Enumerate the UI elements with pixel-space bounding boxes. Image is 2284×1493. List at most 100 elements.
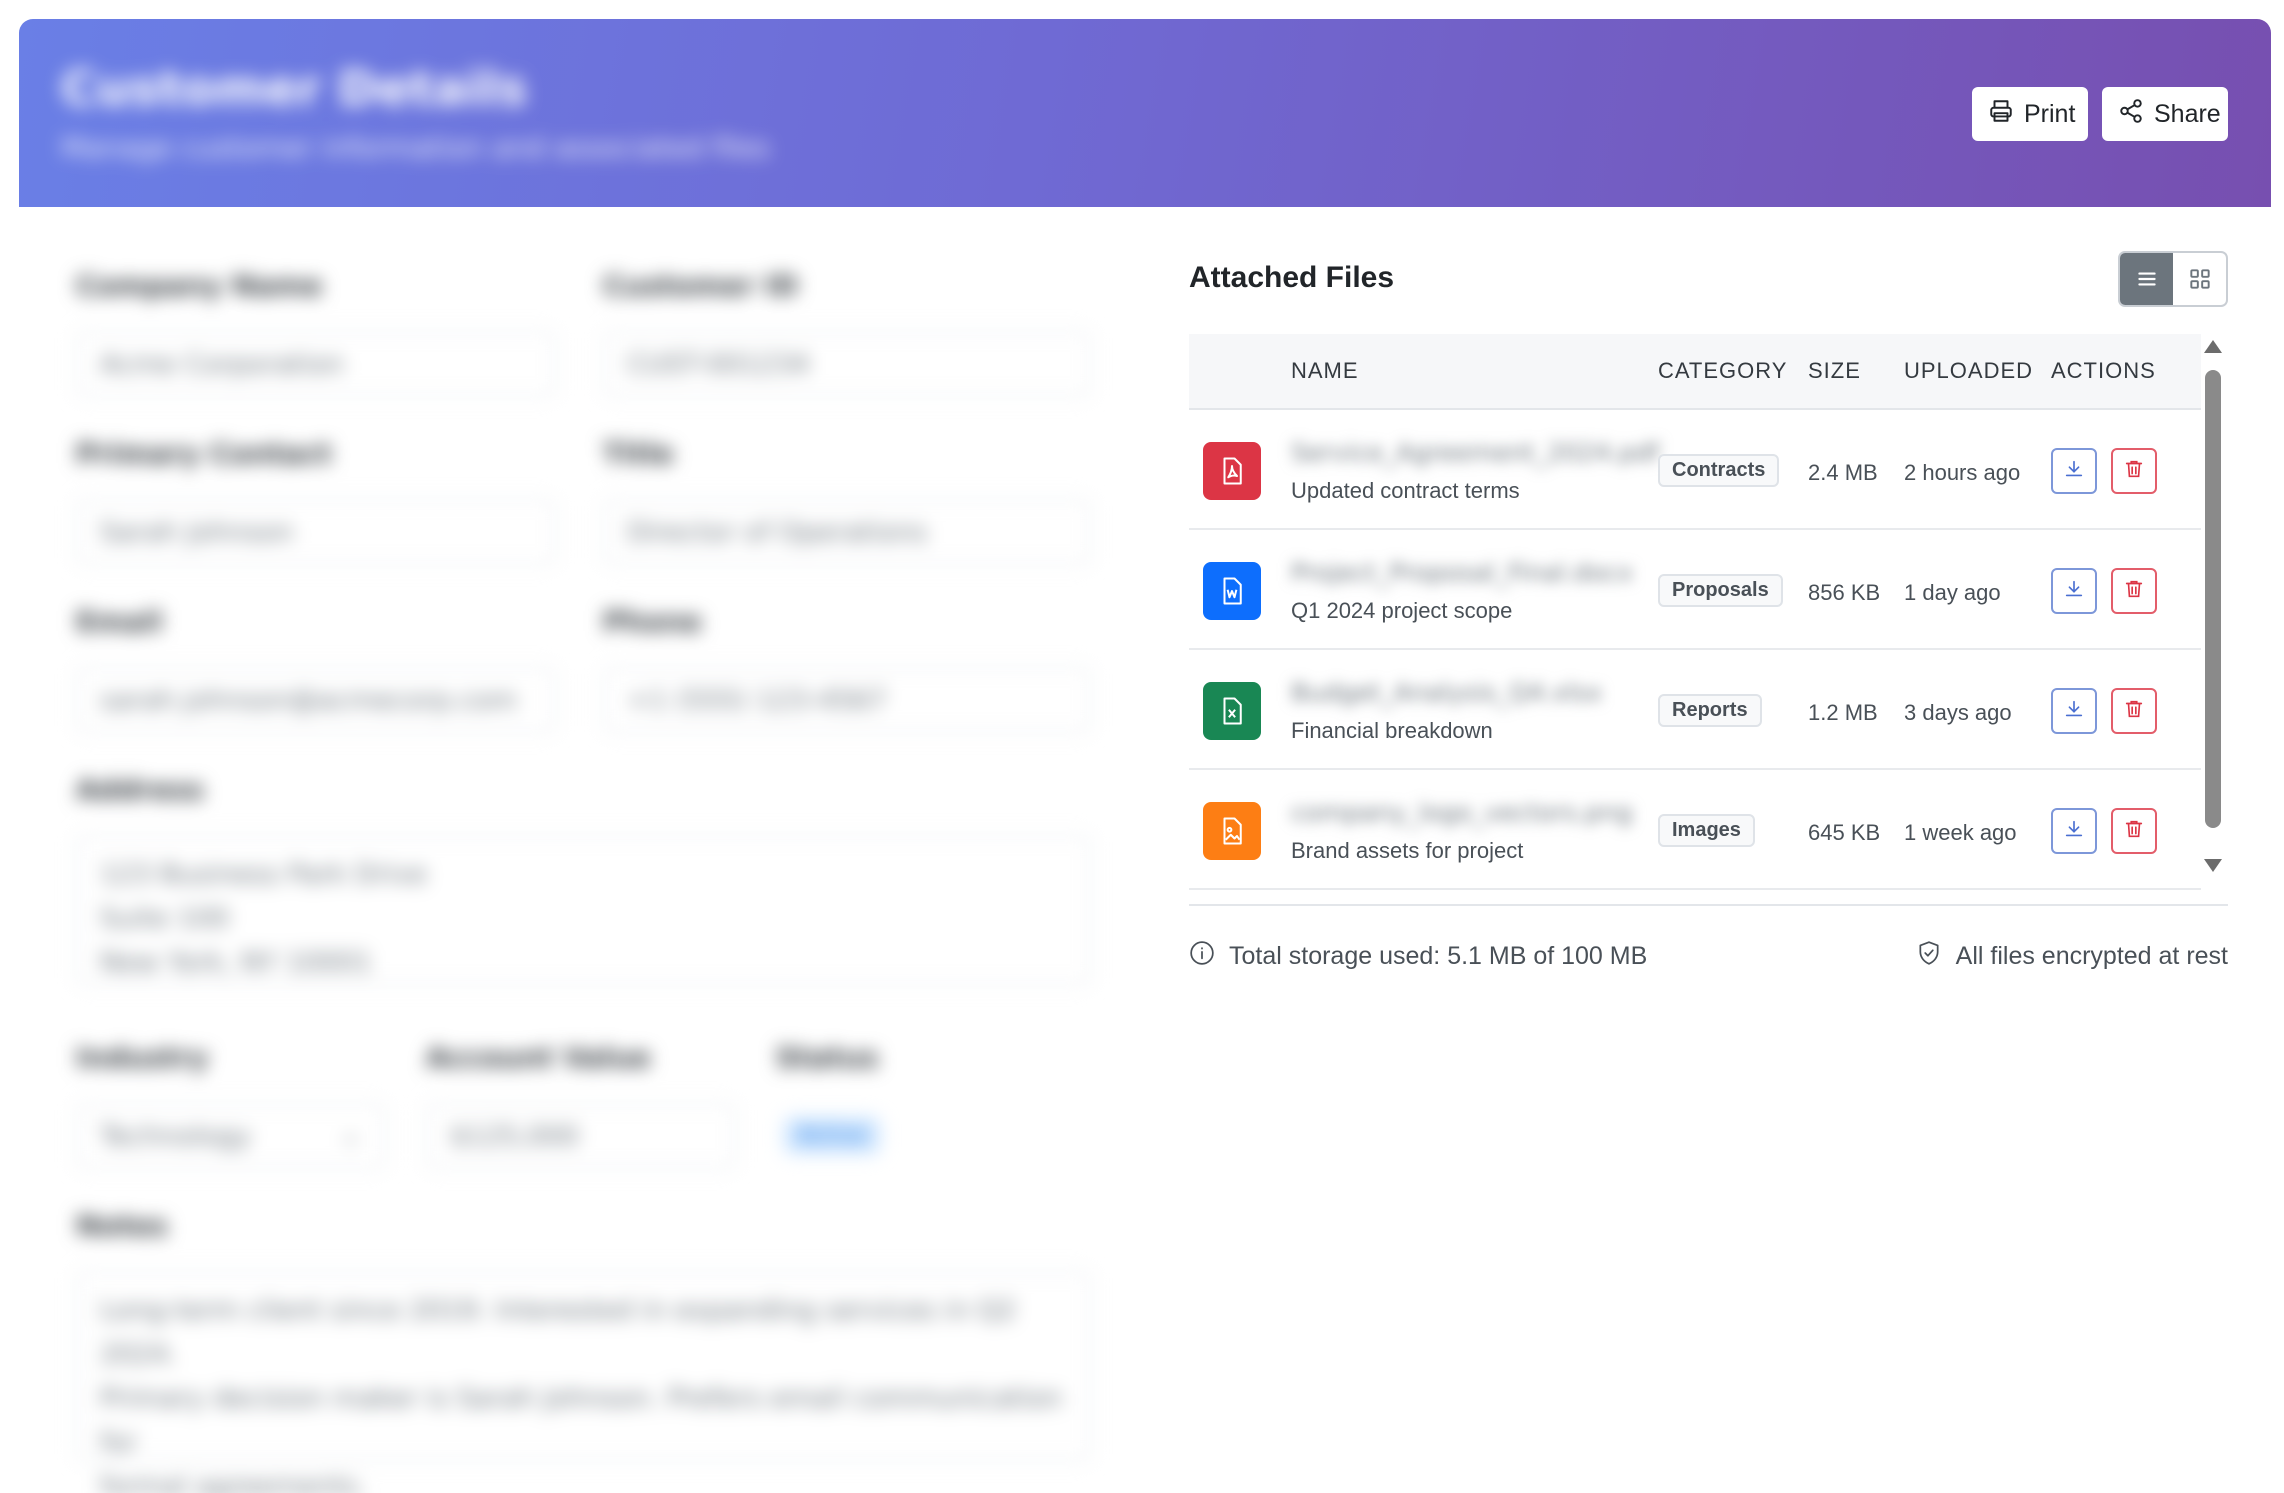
trash-icon — [2123, 578, 2145, 604]
phone-input[interactable]: +1 (555) 123-4567 — [603, 667, 1091, 733]
industry-value: Technology — [100, 1121, 252, 1152]
share-button[interactable]: Share — [2102, 87, 2228, 141]
notes-line: Long-term client since 2019. Interested … — [100, 1295, 1017, 1370]
file-uploaded: 2 hours ago — [1904, 460, 2021, 485]
storage-text: Total storage used: 5.1 MB of 100 MB — [1229, 942, 1648, 970]
file-uploaded: 1 day ago — [1904, 580, 2001, 605]
scroll-up-arrow-icon[interactable] — [2204, 340, 2222, 353]
download-icon — [2063, 578, 2085, 604]
category-badge: Images — [1658, 814, 1755, 847]
customer-details-page: Customer Details Manage customer informa… — [0, 0, 2284, 1493]
page-header: Customer Details Manage customer informa… — [19, 19, 2271, 207]
download-icon — [2063, 458, 2085, 484]
table-row[interactable]: company_logo_vectors.png Brand assets fo… — [1189, 770, 2201, 890]
title-label: Title — [603, 437, 674, 470]
column-header-size[interactable]: SIZE — [1808, 358, 1861, 384]
file-name[interactable]: Project_Proposal_Final.docx — [1291, 558, 1633, 587]
grid-icon — [2187, 266, 2213, 296]
table-header: NAME CATEGORY SIZE UPLOADED ACTIONS — [1189, 334, 2201, 410]
download-button[interactable] — [2051, 448, 2097, 494]
email-input[interactable]: sarah.johnson@acmecorp.com — [76, 667, 556, 733]
column-header-name[interactable]: NAME — [1291, 358, 1359, 384]
list-icon — [2134, 266, 2160, 296]
file-size: 645 KB — [1808, 820, 1881, 845]
download-icon — [2063, 698, 2085, 724]
delete-button[interactable] — [2111, 568, 2157, 614]
address-textarea[interactable]: 123 Business Park Drive Suite 100 New Yo… — [76, 835, 1091, 985]
company-name-input[interactable]: Acme Corporation — [76, 331, 556, 397]
customer-id-input[interactable]: CUST-001234 — [603, 331, 1091, 397]
delete-button[interactable] — [2111, 688, 2157, 734]
account-value-label: Account Value — [426, 1041, 651, 1074]
file-name[interactable]: Service_Agreement_2024.pdf — [1291, 438, 1659, 467]
shield-check-icon — [1916, 940, 1942, 973]
download-icon — [2063, 818, 2085, 844]
file-name[interactable]: company_logo_vectors.png — [1291, 798, 1632, 827]
encryption-text: All files encrypted at rest — [1955, 942, 2228, 970]
company-name-label: Company Name — [76, 269, 323, 302]
excel-file-icon — [1203, 682, 1261, 740]
grid-view-button[interactable] — [2173, 253, 2226, 305]
file-description: Q1 2024 project scope — [1291, 598, 1513, 623]
files-footer-divider — [1189, 904, 2228, 906]
notes-textarea[interactable]: Long-term client since 2019. Interested … — [76, 1271, 1091, 1493]
title-input[interactable]: Director of Operations — [603, 499, 1091, 565]
notes-label: Notes — [76, 1209, 168, 1242]
pdf-file-icon — [1203, 442, 1261, 500]
encryption-info: All files encrypted at rest — [1916, 940, 2228, 973]
printer-icon — [1988, 98, 2014, 131]
download-button[interactable] — [2051, 808, 2097, 854]
address-line: Suite 100 — [100, 903, 230, 934]
word-file-icon — [1203, 562, 1261, 620]
delete-button[interactable] — [2111, 808, 2157, 854]
download-button[interactable] — [2051, 688, 2097, 734]
attached-files-title: Attached Files — [1189, 261, 1395, 294]
page-subtitle: Manage customer information and associat… — [61, 131, 770, 164]
file-name[interactable]: Budget_Analysis_Q4.xlsx — [1291, 678, 1602, 707]
delete-button[interactable] — [2111, 448, 2157, 494]
scroll-thumb[interactable] — [2205, 370, 2221, 828]
email-label: Email — [76, 605, 163, 638]
category-badge: Proposals — [1658, 574, 1783, 607]
notes-line: Primary decision maker is Sarah Johnson.… — [100, 1383, 1062, 1458]
industry-select[interactable]: Technology ⌄ — [76, 1103, 386, 1169]
file-uploaded: 1 week ago — [1904, 820, 2017, 845]
info-icon — [1189, 940, 1215, 973]
primary-contact-label: Primary Contact — [76, 437, 332, 470]
file-description: Financial breakdown — [1291, 718, 1493, 743]
image-file-icon — [1203, 802, 1261, 860]
view-toggle — [2118, 251, 2228, 307]
trash-icon — [2123, 818, 2145, 844]
category-badge: Reports — [1658, 694, 1762, 727]
list-view-button[interactable] — [2120, 253, 2173, 305]
scroll-down-arrow-icon[interactable] — [2204, 859, 2222, 872]
column-header-category[interactable]: CATEGORY — [1658, 358, 1787, 384]
customer-form: Company Name Acme Corporation Customer I… — [76, 265, 1091, 1493]
account-value-input[interactable]: $125,000 — [426, 1103, 736, 1169]
industry-label: Industry — [76, 1041, 209, 1074]
share-icon — [2118, 98, 2144, 131]
file-uploaded: 3 days ago — [1904, 700, 2012, 725]
phone-label: Phone — [603, 605, 702, 638]
address-line: 123 Business Park Drive — [100, 859, 427, 890]
notes-line: formal agreements. — [100, 1471, 367, 1493]
address-line: New York, NY 10001 — [100, 947, 372, 978]
file-size: 856 KB — [1808, 580, 1881, 605]
print-label: Print — [2024, 99, 2076, 128]
chevron-down-icon: ⌄ — [339, 1119, 362, 1150]
files-scrollbar[interactable] — [2200, 340, 2226, 872]
table-row[interactable]: Project_Proposal_Final.docx Q1 2024 proj… — [1189, 530, 2201, 650]
primary-contact-input[interactable]: Sarah Johnson — [76, 499, 556, 565]
page-title: Customer Details — [61, 61, 528, 117]
trash-icon — [2123, 458, 2145, 484]
download-button[interactable] — [2051, 568, 2097, 614]
files-table: NAME CATEGORY SIZE UPLOADED ACTIONS Serv… — [1189, 334, 2201, 890]
table-row[interactable]: Budget_Analysis_Q4.xlsx Financial breakd… — [1189, 650, 2201, 770]
file-description: Updated contract terms — [1291, 478, 1520, 503]
column-header-uploaded[interactable]: UPLOADED — [1904, 358, 2033, 384]
table-row[interactable]: Service_Agreement_2024.pdf Updated contr… — [1189, 410, 2201, 530]
trash-icon — [2123, 698, 2145, 724]
status-badge: Active — [784, 1117, 881, 1154]
print-button[interactable]: Print — [1972, 87, 2088, 141]
column-header-actions: ACTIONS — [2051, 358, 2156, 383]
